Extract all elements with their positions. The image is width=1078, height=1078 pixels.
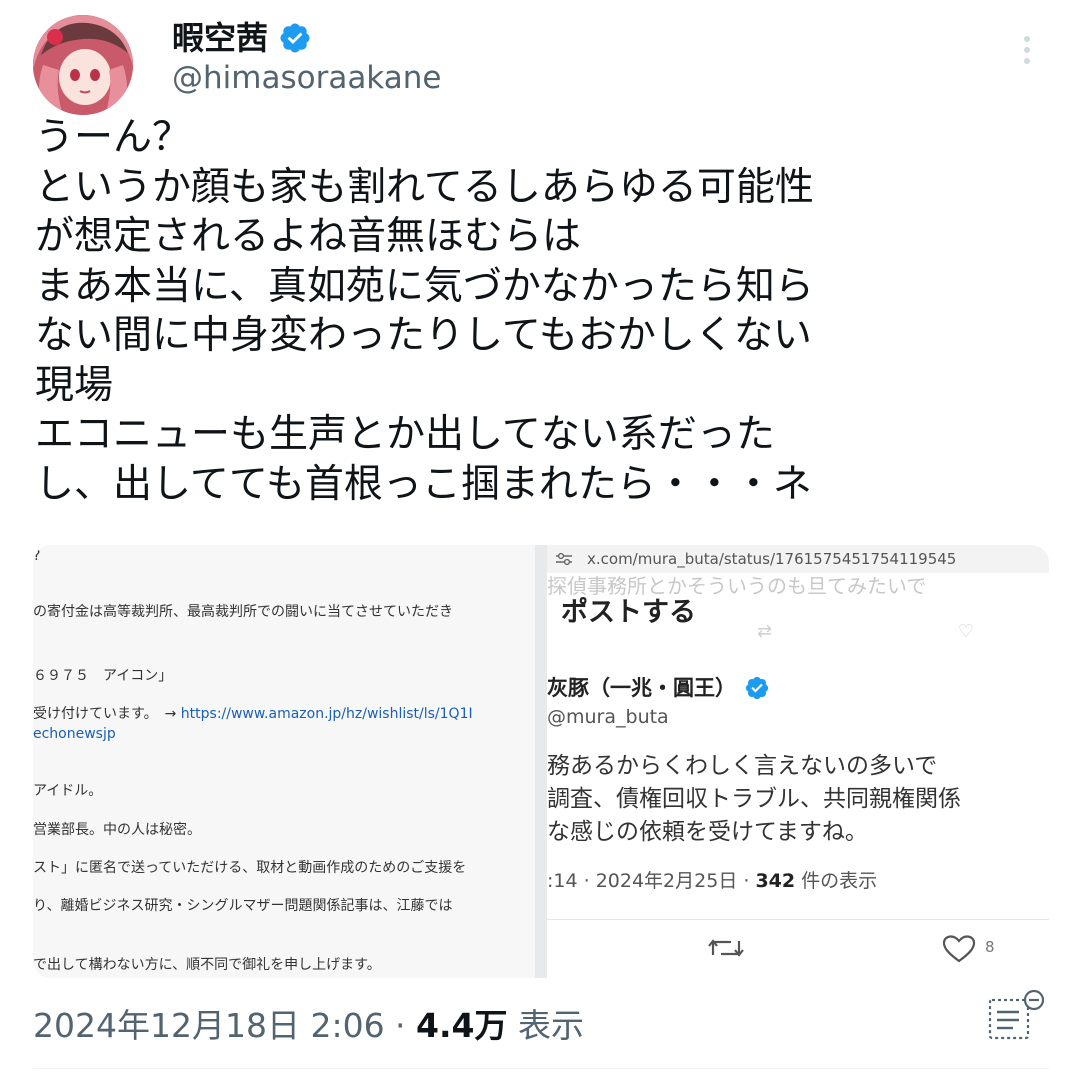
display-name[interactable]: 暇空茜 [172,18,312,58]
avatar[interactable] [33,15,133,115]
screenshot-text: 営業部長。中の人は秘密。 [33,822,201,838]
screenshot-ghost-icons: ⇄ ♡ [757,621,974,642]
screenshot-display-name: 灰豚（一兆・圓王） [547,673,770,703]
analytics-icon[interactable] [986,990,1048,1042]
screenshot-text: echonewsjp [33,726,116,742]
view-count: 4.4万 [416,1006,508,1045]
tweet-line: し、出してても首根っこ掴まれたら・・・ネ [35,461,812,507]
tweet-line: というか顔も家も割れてるしあらゆる可能性 [35,164,814,210]
display-name-text: 暇空茜 [172,19,269,57]
media-image-right[interactable]: x.com/mura_buta/status/17615754517541195… [547,545,1049,978]
tweet-text: うーん？ というか顔も家も割れてるしあらゆる可能性 が想定されるよね音無ほむらは… [35,113,1045,509]
screenshot-meta: :14 · 2024年2月25日 · 342 件の表示 [547,867,877,895]
avatar-illustration [33,15,133,115]
media-image-left[interactable]: ? の寄付金は高等裁判所、最高裁判所での闘いに当てさせていただき ６９７５ アイ… [33,545,535,978]
verified-badge-icon [745,676,769,700]
view-label: 表示 [507,1006,584,1045]
screenshot-text: で出して構わない方に、順不同で御礼を申し上げます。 [33,957,381,973]
more-vertical-icon[interactable] [1015,32,1039,68]
screenshot-body-line: 調査、債権回収トラブル、共同親権関係 [547,786,961,812]
screenshot-body-line: 務あるからくわしく言えないの多いで [547,753,938,779]
screenshot-handle: @mura_buta [547,706,669,728]
tweet-line: エコニューも生声とか出してない系だった [35,412,775,457]
screenshot-like-count: 8 [985,938,995,956]
tweet-line: ない間に中身変わったりしてもおかしくない [35,313,812,358]
user-handle[interactable]: @himasoraakane [172,58,441,98]
tweet-timestamp[interactable]: 2024年12月18日 2:06 · [33,1006,416,1045]
screenshot-text: スト」に匿名で送っていただける、取材と動画作成のためのご支援を [33,860,467,876]
screenshot-url-bar: x.com/mura_buta/status/17615754517541195… [547,545,1049,573]
tweet-line: が想定されるよね音無ほむらは [35,214,582,259]
site-settings-icon [556,552,572,566]
tweet-line: まあ本当に、真如苑に気づかなかったら知ら [35,263,814,309]
retweet-icon [708,939,744,957]
divider [33,1068,1049,1069]
screenshot-body-line: な感じの依頼を受けてますね。 [547,819,868,845]
screenshot-text: ? [33,548,41,564]
screenshot-text: ６９７５ アイコン」 [33,668,173,684]
screenshot-url-text: x.com/mura_buta/status/17615754517541195… [587,550,957,568]
tweet-line: 現場 [35,362,114,408]
screenshot-text: の寄付金は高等裁判所、最高裁判所での闘いに当てさせていただき [33,604,453,620]
media-grid: ? の寄付金は高等裁判所、最高裁判所での闘いに当てさせていただき ６９７５ アイ… [33,545,1049,978]
screenshot-link: https://www.amazon.jp/hz/wishlist/ls/1Q1… [180,706,473,722]
verified-badge-icon [280,23,310,53]
ghost-retweet-icon: ⇄ [757,621,773,642]
screenshot-body: 務あるからくわしく言えないの多いで 調査、債権回収トラブル、共同親権関係 な感じ… [547,750,961,849]
screenshot-view-label: 件の表示 [795,870,878,892]
tweet-footer: 2024年12月18日 2:06 · 4.4万 表示 [33,1003,584,1049]
tweet-line: うーん？ [35,115,192,160]
heart-icon [942,935,976,963]
screenshot-heading: ポストする [561,597,696,628]
screenshot-time: :14 · 2024年2月25日 · [547,870,756,892]
ghost-heart-icon: ♡ [957,621,974,642]
screenshot-text: アイドル。 [33,783,103,799]
screenshot-text: り、離婚ビジネス研究・シングルマザー問題関係記事は、江藤では [33,898,453,914]
divider [547,919,1049,920]
screenshot-name-text: 灰豚（一兆・圓王） [547,676,736,700]
screenshot-view-count: 342 [755,870,796,892]
screenshot-text: 受け付けています。 → [33,706,177,722]
